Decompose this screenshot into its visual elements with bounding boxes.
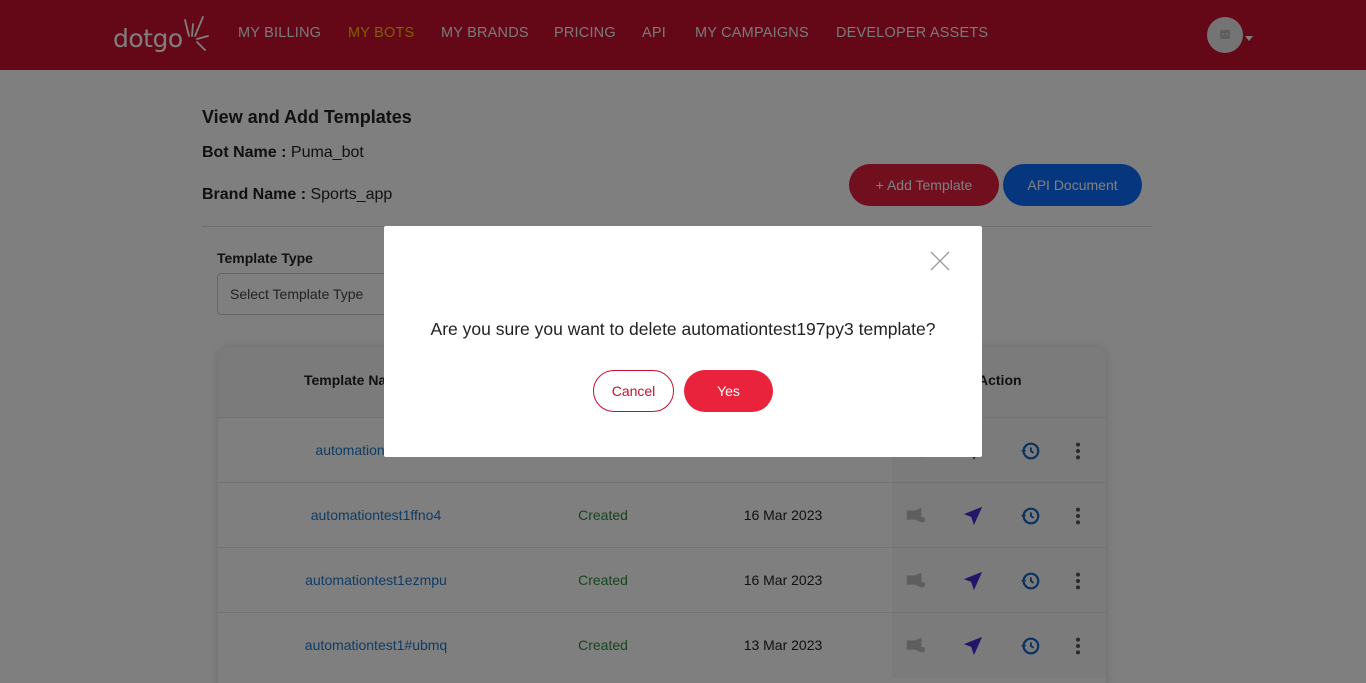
close-icon[interactable]	[929, 250, 951, 272]
delete-confirm-dialog: Are you sure you want to delete automati…	[384, 226, 982, 457]
yes-button[interactable]: Yes	[684, 370, 773, 412]
cancel-button[interactable]: Cancel	[593, 370, 674, 412]
delete-confirm-message: Are you sure you want to delete automati…	[430, 319, 936, 339]
